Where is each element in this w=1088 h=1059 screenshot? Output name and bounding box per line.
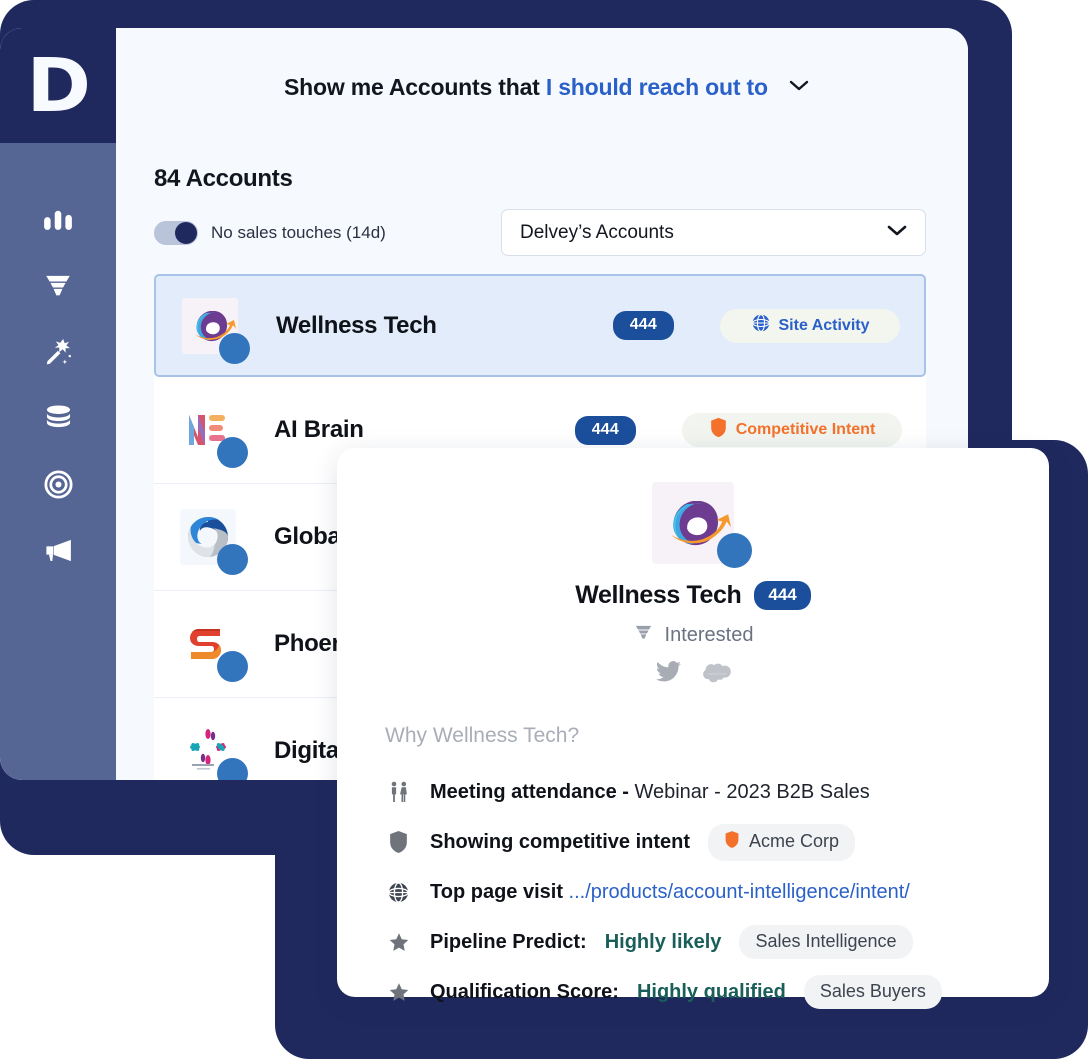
sidebar-item-data[interactable] (0, 385, 116, 451)
accounts-list-select[interactable]: Delvey’s Accounts (501, 209, 926, 256)
avatar (652, 482, 752, 568)
avatar-status-dot (217, 758, 248, 780)
no-sales-touches-toggle[interactable] (154, 220, 198, 245)
avatar (180, 723, 248, 780)
query-prefix: Show me Accounts that (283, 73, 540, 100)
database-icon (42, 402, 75, 435)
toggle-label: No sales touches (14d) (211, 222, 386, 242)
card-stage: Interested (337, 622, 1049, 648)
avatar (180, 509, 248, 575)
reason-value: Highly qualified (636, 980, 786, 1003)
reason-strong: Showing competitive intent (430, 830, 691, 853)
card-title-row: Wellness Tech 444 (337, 581, 1049, 610)
reason-list: Meeting attendance - Webinar - 2023 B2B … (385, 767, 1049, 1017)
shield-icon (709, 417, 728, 443)
app-logo[interactable]: D (0, 28, 116, 143)
avatar-status-dot (717, 533, 752, 568)
screenshot-root: D Show me Accounts that I should reach o… (0, 0, 1088, 1059)
shield-icon (724, 830, 740, 854)
shield-icon (385, 830, 412, 854)
account-name: Wellness Tech (276, 311, 437, 339)
account-score-badge: 444 (574, 415, 636, 445)
star-icon (385, 931, 412, 954)
avatar-status-dot (217, 437, 248, 468)
reason-value: Highly likely (604, 930, 722, 953)
select-value: Delvey’s Accounts (520, 221, 674, 243)
sidebar: D (0, 28, 116, 780)
status-badge-site-activity[interactable]: Site Activity (720, 308, 900, 343)
reason-link[interactable]: /products/account-intelligence/intent/ (585, 881, 910, 903)
account-name: AI Brain (274, 416, 364, 443)
reason-detail: Webinar - 2023 B2B Sales (628, 780, 870, 803)
filter-row: No sales touches (14d) Delvey’s Accounts (154, 209, 968, 256)
sidebar-item-analytics[interactable] (0, 187, 116, 253)
list-item[interactable]: Top page visit .../products/account-inte… (385, 867, 1049, 917)
signal-label: Site Activity (778, 316, 870, 334)
analytics-icon (41, 203, 75, 237)
avatar (180, 616, 248, 682)
account-name: Digital (274, 737, 346, 764)
avatar (182, 297, 250, 364)
query-statement[interactable]: Show me Accounts that I should reach out… (284, 71, 810, 101)
avatar-status-dot (217, 651, 248, 682)
star-icon (385, 981, 412, 1004)
card-socials: salesforce (337, 661, 1049, 690)
reason-chip-acme-corp[interactable]: Acme Corp (708, 823, 856, 861)
accounts-count: 84 Accounts (154, 165, 293, 192)
page-title: Wellness Tech (575, 581, 742, 609)
salesforce-cloud-icon[interactable]: salesforce (702, 662, 732, 689)
chevron-down-icon (885, 223, 909, 243)
sidebar-item-campaigns[interactable] (0, 517, 116, 583)
reason-strong: Qualification Score: (430, 980, 619, 1003)
chevron-down-icon[interactable] (788, 71, 810, 98)
list-item[interactable]: Meeting attendance - Webinar - 2023 B2B … (385, 767, 1049, 817)
account-detail-card: Wellness Tech 444 Interested salesforce … (337, 448, 1049, 1009)
sidebar-item-targets[interactable] (0, 451, 116, 517)
people-icon (385, 780, 412, 804)
account-name: Global (274, 523, 347, 550)
twitter-icon[interactable] (655, 661, 683, 690)
list-item[interactable]: Qualification Score: Highly qualified Sa… (385, 967, 1049, 1017)
reason-strong: Meeting attendance - (430, 780, 629, 803)
funnel-icon (42, 270, 74, 302)
account-score-badge: 444 (612, 311, 674, 340)
sidebar-item-recommendations[interactable] (0, 319, 116, 385)
avatar-status-dot (217, 544, 248, 575)
funnel-icon (633, 622, 654, 648)
magic-wand-icon (42, 336, 75, 369)
reason-ellipsis: ... (568, 880, 586, 903)
reason-chip-sales-buyers[interactable]: Sales Buyers (803, 975, 942, 1009)
reason-strong: Pipeline Predict: (430, 930, 587, 953)
sidebar-item-funnel[interactable] (0, 253, 116, 319)
stage-label: Interested (664, 623, 754, 646)
chip-label: Sales Buyers (819, 981, 926, 1001)
avatar-status-dot (219, 332, 250, 364)
status-badge-competitive-intent[interactable]: Competitive Intent (682, 413, 902, 447)
toggle-knob (175, 221, 197, 244)
avatar (180, 402, 248, 468)
globe-www-icon (385, 881, 412, 904)
query-bar: Show me Accounts that I should reach out… (116, 28, 968, 143)
megaphone-icon (42, 534, 75, 567)
account-score-badge: 444 (754, 581, 811, 610)
chip-label: Acme Corp (749, 831, 840, 851)
list-item[interactable]: Pipeline Predict: Highly likely Sales In… (385, 917, 1049, 967)
query-value[interactable]: I should reach out to (546, 74, 768, 100)
why-section-title: Why Wellness Tech? (385, 724, 580, 747)
svg-text:salesforce: salesforce (707, 671, 726, 676)
list-item[interactable]: Showing competitive intent Acme Corp (385, 817, 1049, 867)
chip-label: Sales Intelligence (755, 931, 897, 951)
sidebar-nav (0, 143, 116, 583)
signal-label: Competitive Intent (735, 421, 876, 438)
target-icon (42, 468, 75, 501)
reason-strong: Top page visit (430, 880, 569, 903)
globe-www-icon (751, 313, 771, 338)
logo-letter: D (26, 42, 92, 129)
table-row[interactable]: Wellness Tech 444 Site Activity (154, 274, 926, 377)
reason-chip-sales-intelligence[interactable]: Sales Intelligence (739, 925, 913, 959)
